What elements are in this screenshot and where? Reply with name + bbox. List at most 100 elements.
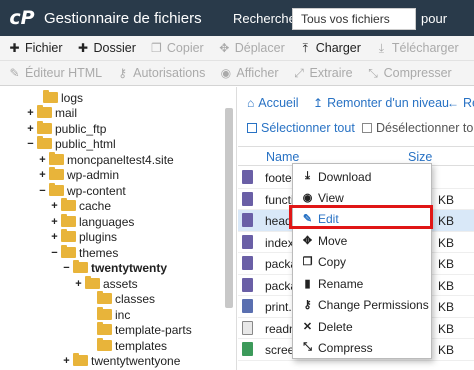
close-icon: ✕: [302, 321, 313, 333]
up-one-level-link[interactable]: ↥ Remonter d'un niveau: [313, 96, 449, 110]
column-size-header[interactable]: Size: [408, 150, 432, 164]
folder-icon: [37, 136, 52, 149]
key-icon: ⚷: [118, 66, 127, 80]
collapse-icon[interactable]: −: [26, 138, 35, 150]
file-name: scree: [265, 343, 295, 357]
menu-item-download[interactable]: ⤓ Download: [293, 166, 431, 187]
tree-folder-twentytwentyone[interactable]: + twentytwentyone: [62, 353, 180, 368]
folder-icon: [73, 260, 88, 273]
menu-item-edit[interactable]: ✎ Edit: [293, 208, 431, 229]
tree-folder-logs[interactable]: logs: [32, 90, 83, 105]
tree-folder-classes[interactable]: classes: [86, 291, 155, 306]
expand-icon[interactable]: +: [26, 107, 35, 119]
tree-folder-wp-content[interactable]: − wp-content: [38, 183, 126, 198]
file-size: KB: [438, 214, 455, 228]
tree-scrollbar[interactable]: [225, 108, 233, 308]
expand-icon[interactable]: +: [38, 154, 47, 166]
file-size: KB: [438, 278, 455, 293]
folder-icon: [37, 105, 52, 118]
permissions-button[interactable]: ⚷ Autorisations: [116, 66, 205, 80]
menu-item-compress[interactable]: ⤡ Compress: [293, 337, 431, 358]
context-menu: ⤓ Download ◉ View ✎ Edit ✥ Move ❐ Copy ▮…: [292, 163, 432, 359]
tree-folder-wp-admin[interactable]: + wp-admin: [38, 167, 119, 182]
folder-icon: [97, 338, 112, 351]
tree-folder-inc[interactable]: inc: [86, 307, 130, 322]
expand-icon[interactable]: +: [38, 169, 47, 181]
deselect-all-link[interactable]: Désélectionner tout: [362, 121, 474, 135]
menu-item-copy[interactable]: ❐ Copy: [293, 251, 431, 272]
collapse-icon[interactable]: −: [38, 185, 47, 197]
move-button[interactable]: ✥ Déplacer: [218, 41, 285, 55]
folder-icon: [49, 152, 64, 165]
tree-folder-twentytwenty[interactable]: − twentytwenty: [62, 260, 167, 275]
document-icon: [242, 213, 253, 227]
collapse-icon[interactable]: −: [62, 262, 71, 274]
folder-icon: [61, 214, 76, 227]
extract-button[interactable]: ⤢ Extraire: [293, 66, 352, 81]
collapse-icon[interactable]: −: [50, 247, 59, 259]
eye-icon: ◉: [220, 66, 232, 80]
new-folder-button[interactable]: ✚ Dossier: [77, 41, 136, 55]
folder-icon: [85, 276, 100, 289]
home-icon: ⌂: [247, 96, 255, 110]
menu-item-delete[interactable]: ✕ Delete: [293, 316, 431, 337]
tree-folder-languages[interactable]: + languages: [50, 214, 134, 229]
new-file-button[interactable]: ✚ Fichier: [8, 41, 62, 55]
column-name-header[interactable]: Name: [266, 150, 299, 164]
folder-icon: [43, 90, 58, 103]
tree-folder-cache[interactable]: + cache: [50, 198, 111, 213]
tree-folder-public-html[interactable]: − public_html: [26, 136, 116, 151]
document-icon: [242, 342, 253, 356]
copy-icon: ❐: [302, 256, 313, 268]
tree-folder-template-parts[interactable]: template-parts: [86, 322, 192, 337]
folder-icon: [97, 322, 112, 335]
file-size: KB: [438, 192, 455, 207]
download-icon: ⤓: [378, 40, 385, 55]
download-button[interactable]: ⤓ Télécharger: [375, 40, 459, 56]
compress-icon: ⤡: [303, 341, 312, 353]
tree-folder-assets[interactable]: + assets: [74, 276, 138, 291]
tree-folder-templates[interactable]: templates: [86, 338, 167, 353]
expand-icon[interactable]: +: [50, 216, 59, 228]
expand-icon[interactable]: +: [50, 231, 59, 243]
select-all-link[interactable]: Sélectionner tout: [247, 121, 355, 135]
tree-folder-plugins[interactable]: + plugins: [50, 229, 117, 244]
key-icon: ⚷: [303, 299, 312, 311]
copy-icon: ❐: [151, 41, 162, 55]
folder-icon: [49, 183, 64, 196]
copy-button[interactable]: ❐ Copier: [150, 41, 204, 55]
expand-icon[interactable]: +: [74, 278, 83, 290]
plus-icon: ✚: [77, 41, 89, 55]
file-name: functi: [265, 192, 294, 207]
pencil-icon: ✎: [9, 66, 20, 80]
tree-folder-mail[interactable]: + mail: [26, 105, 77, 120]
file-size: KB: [438, 257, 455, 271]
search-for-label: pour: [421, 11, 448, 26]
compress-button[interactable]: ⤡ Compresser: [367, 66, 451, 81]
folder-icon: [73, 353, 88, 366]
folder-icon: [61, 245, 76, 258]
html-editor-button[interactable]: ✎ Éditeur HTML: [8, 66, 102, 80]
folder-icon: [97, 307, 112, 320]
menu-item-rename[interactable]: ▮ Rename: [293, 273, 431, 294]
upload-button[interactable]: ⤒ Charger: [299, 41, 361, 56]
folder-icon: [37, 121, 52, 134]
back-link[interactable]: ← Re: [447, 96, 474, 110]
home-link[interactable]: ⌂ Accueil: [247, 96, 299, 110]
tree-folder-moncpaneltest4-site[interactable]: + moncpaneltest4.site: [38, 152, 174, 167]
tree-folder-public-ftp[interactable]: + public_ftp: [26, 121, 106, 136]
menu-item-move[interactable]: ✥ Move: [293, 230, 431, 251]
file-size: KB: [438, 343, 455, 357]
toolbar-secondary: ✎ Éditeur HTML ⚷ Autorisations ◉ Affiche…: [0, 61, 474, 86]
move-icon: ✥: [302, 235, 313, 247]
checkbox-checked-icon: [247, 123, 257, 133]
folder-icon: [61, 229, 76, 242]
tree-folder-themes[interactable]: − themes: [50, 245, 118, 260]
menu-item-change-permissions[interactable]: ⚷ Change Permissions: [293, 294, 431, 315]
expand-icon[interactable]: +: [26, 123, 35, 135]
menu-item-view[interactable]: ◉ View: [293, 187, 431, 208]
expand-icon[interactable]: +: [62, 355, 71, 367]
expand-icon[interactable]: +: [50, 200, 59, 212]
search-scope-select[interactable]: Tous vos fichiers: [292, 8, 416, 30]
view-button[interactable]: ◉ Afficher: [219, 66, 279, 80]
